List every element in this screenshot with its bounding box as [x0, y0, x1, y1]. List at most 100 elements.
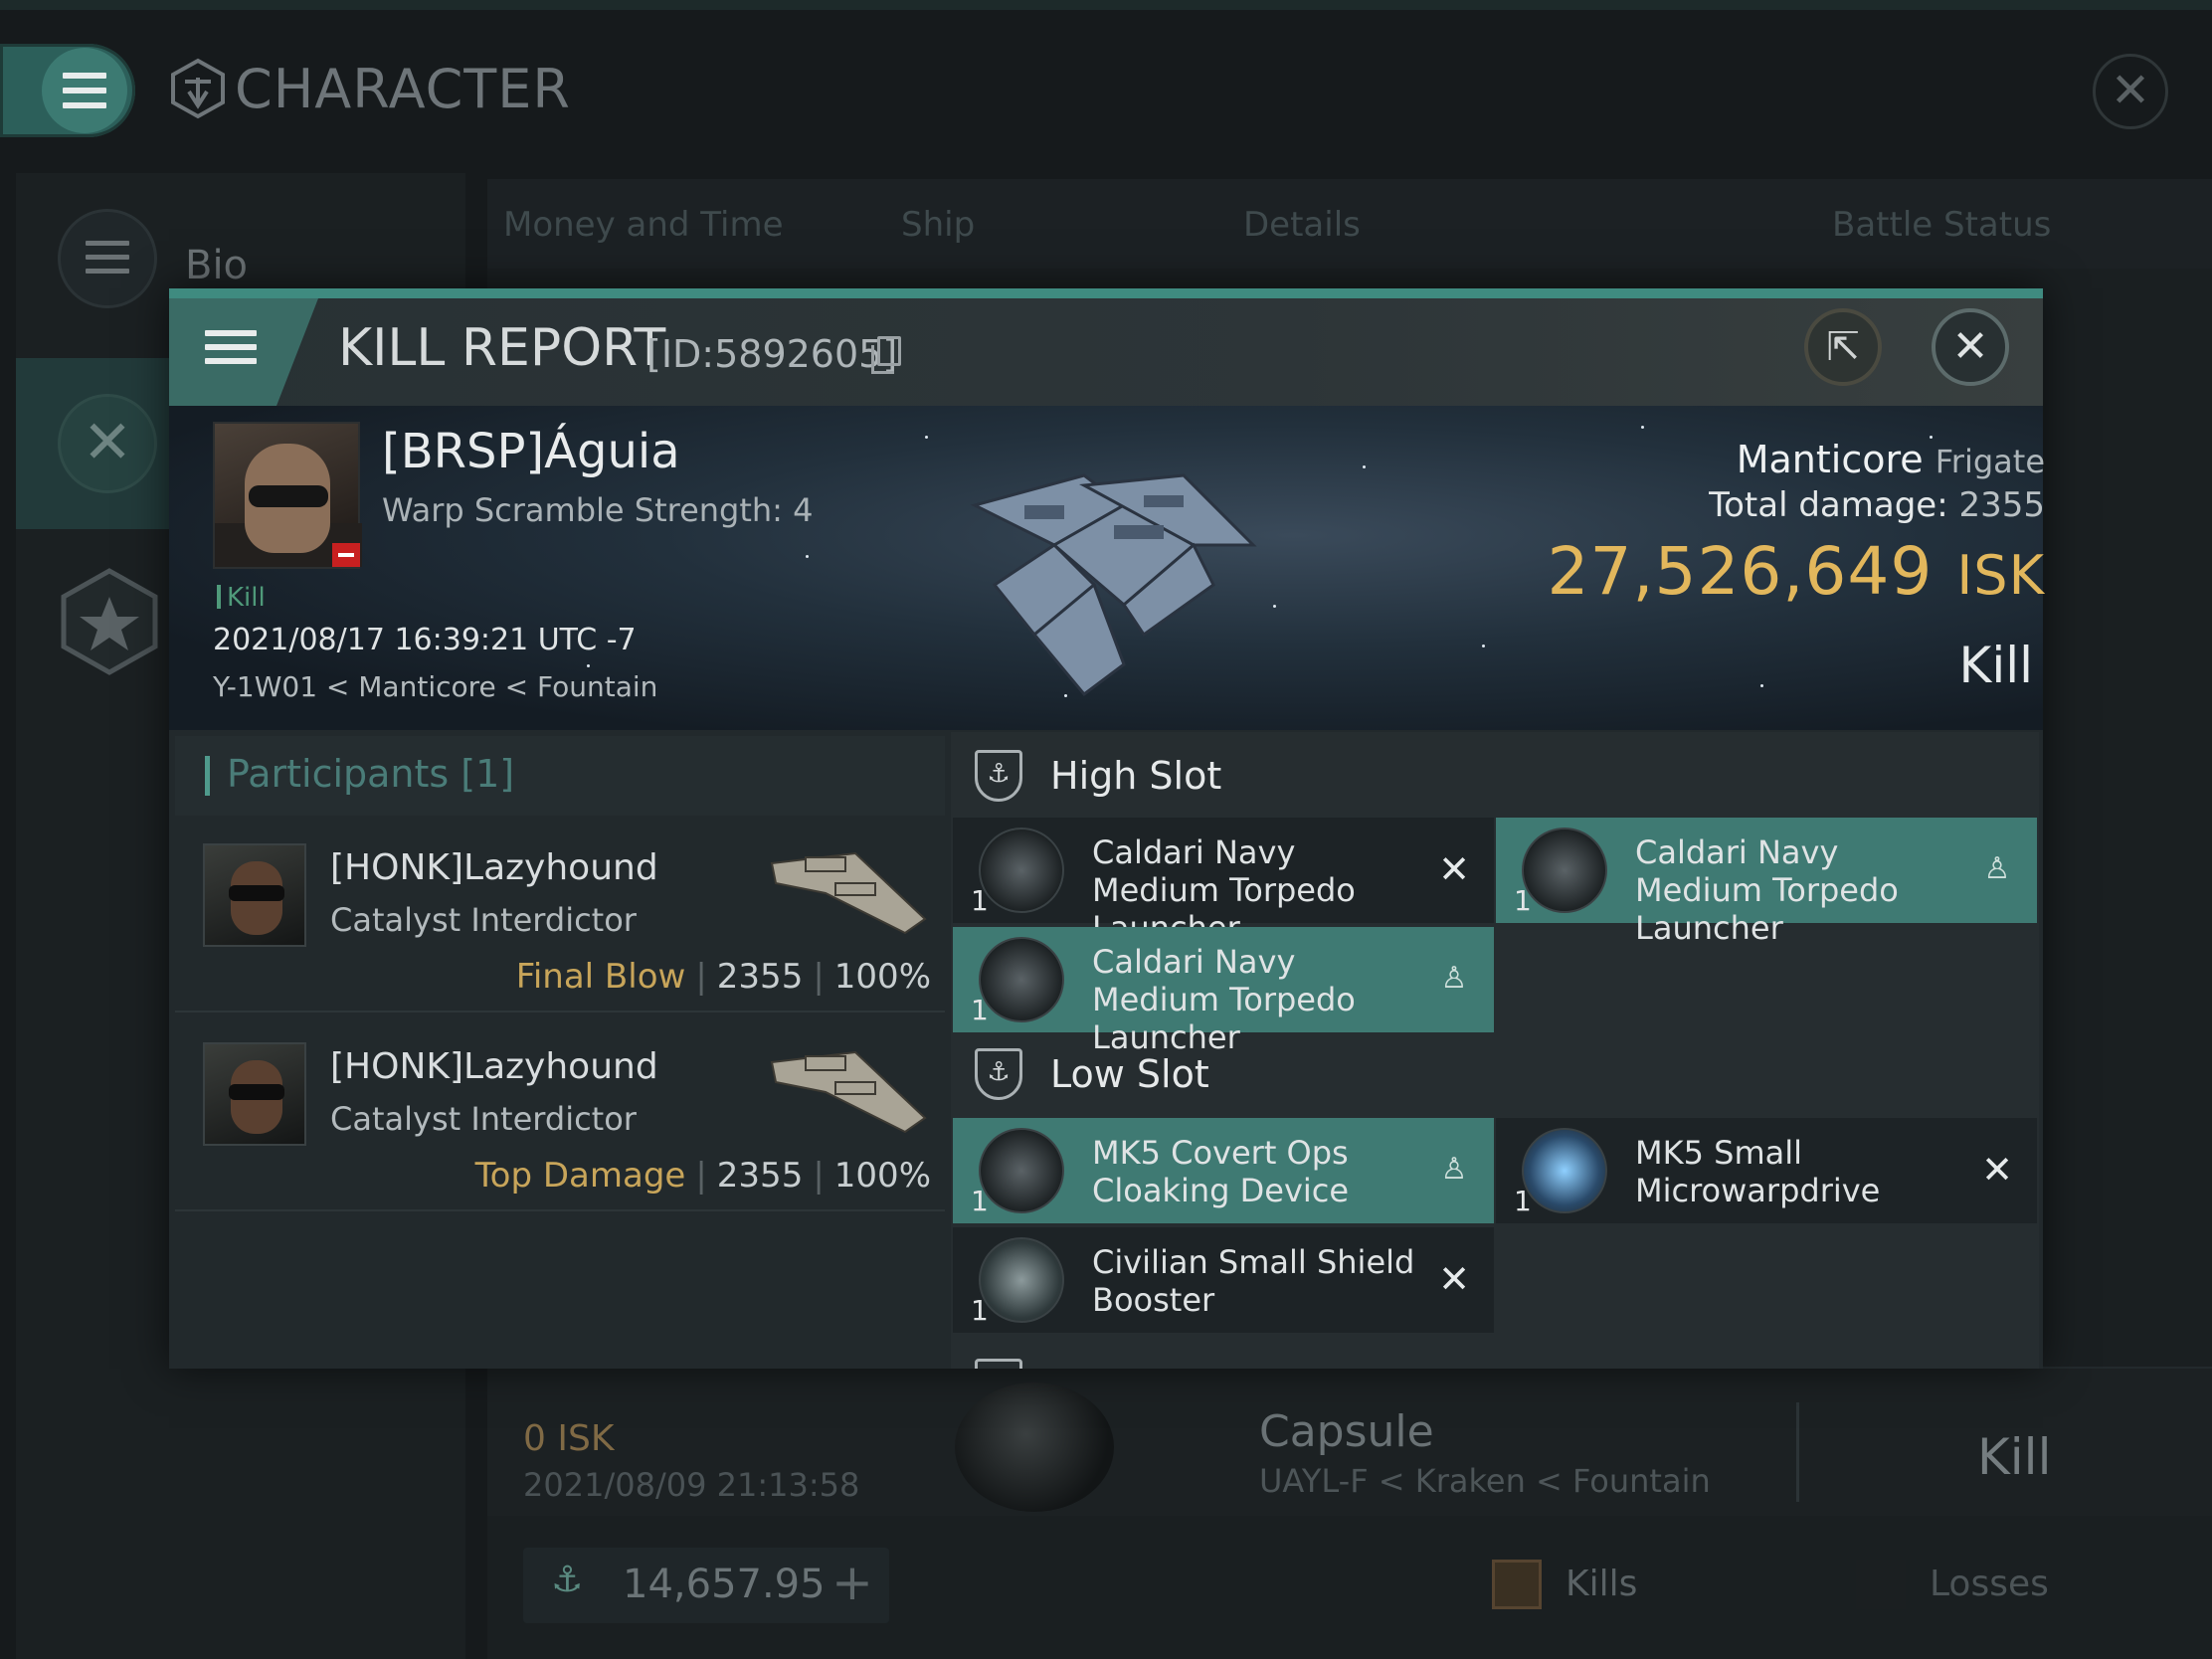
dropped-person-icon: ♙ — [1440, 1152, 1468, 1187]
app-close-button[interactable]: ✕ — [2093, 54, 2168, 129]
slot-item-destroyed[interactable]: 1 Civilian Small Shield Booster ✕ — [953, 1227, 1494, 1333]
kills-legend-swatch — [1492, 1560, 1542, 1609]
slot-item-dropped[interactable]: 1 Caldari Navy Medium Torpedo Launcher ♙ — [1496, 818, 2037, 947]
close-icon: ✕ — [1951, 321, 1989, 372]
slot-item-destroyed[interactable]: 1 MK5 Small Microwarpdrive ✕ — [1496, 1118, 2037, 1223]
catalyst-ship-image — [770, 1050, 927, 1134]
tab-ship[interactable]: Ship — [901, 205, 975, 245]
share-button[interactable]: ⇱ — [1804, 308, 1882, 386]
participant-avatar[interactable] — [203, 1042, 306, 1146]
slot-item-dropped[interactable]: 1 Caldari Navy Medium Torpedo Launcher ♙ — [953, 927, 1494, 1056]
slot-quantity: 1 — [971, 994, 989, 1026]
torpedo-launcher-icon — [979, 828, 1064, 913]
row-divider — [1796, 1402, 1799, 1502]
row-location: UAYL-F < Kraken < Fountain — [1259, 1462, 1711, 1500]
corp-badge-icon — [332, 543, 360, 567]
close-icon: ✕ — [2110, 63, 2151, 118]
slot-quantity: 1 — [1514, 884, 1532, 917]
total-damage-label: Total damage: — [1709, 485, 1948, 525]
losses-label: Losses — [1930, 1564, 2049, 1604]
cloaking-device-icon — [979, 1128, 1064, 1213]
high-slot-icon: ⚓ — [975, 750, 1022, 802]
row-date: 2021/08/09 21:13:58 — [523, 1466, 860, 1504]
isk-value: 27,526,649 ISK — [1547, 533, 2045, 610]
victim-ship: Manticore Frigate — [1737, 438, 2045, 481]
top-edge — [0, 0, 2212, 10]
app-title: CHARACTER — [235, 58, 571, 120]
menu-icon — [42, 48, 127, 133]
low-slot-header: ⚓ Low Slot — [951, 1030, 2039, 1114]
row-isk-value: 0 ISK — [523, 1418, 615, 1459]
header-accent — [205, 756, 210, 796]
low-slot-icon: ⚓ — [975, 1048, 1022, 1100]
destroyed-icon: ✕ — [1438, 847, 1470, 891]
slot-item-name: Caldari Navy Medium Torpedo Launcher — [1635, 833, 1899, 947]
torpedo-launcher-icon — [1522, 828, 1607, 913]
victim-name[interactable]: [BRSP]Águia — [382, 424, 680, 479]
sidebar-item-label: Bio — [185, 243, 249, 288]
slot-quantity: 1 — [971, 1294, 989, 1327]
slot-item-dropped[interactable]: 1 MK5 Covert Ops Cloaking Device ♙ — [953, 1118, 1494, 1223]
manticore-ship-image — [970, 473, 1257, 697]
slot-item-destroyed[interactable]: 1 Caldari Navy Medium Torpedo Launcher ✕ — [953, 818, 1494, 947]
kill-location: Y-1W01 < Manticore < Fountain — [213, 670, 658, 703]
total-damage: Total damage: 2355 — [1709, 485, 2045, 525]
slot-quantity: 1 — [971, 884, 989, 917]
top-damage-label: Top Damage — [474, 1156, 686, 1196]
isk-unit: ISK — [1956, 544, 2045, 607]
kill-result: Kill — [1958, 637, 2033, 694]
high-slot-label: High Slot — [1050, 754, 1222, 798]
list-icon — [58, 209, 157, 308]
participant-name: [HONK]Lazyhound — [330, 1046, 658, 1087]
tab-battle-status[interactable]: Battle Status — [1832, 205, 2051, 245]
participant-ship: Catalyst Interdictor — [330, 1100, 637, 1138]
tab-money-and-time[interactable]: Money and Time — [503, 205, 784, 245]
participant-row[interactable]: [HONK]Lazyhound Catalyst Interdictor Fin… — [175, 818, 945, 1013]
destroyed-icon: ✕ — [1981, 1148, 2013, 1192]
participant-damage: 2355 — [716, 1156, 804, 1196]
low-slot-label: Low Slot — [1050, 1052, 1209, 1096]
slot-quantity: 1 — [971, 1185, 989, 1217]
main-menu-button[interactable] — [0, 44, 135, 137]
kill-datetime: 2021/08/17 16:39:21 UTC -7 — [213, 623, 637, 657]
menu-icon — [205, 330, 257, 366]
participant-avatar[interactable] — [203, 843, 306, 947]
high-slot-header: ⚓ High Slot — [951, 732, 2039, 816]
participants-empty-area — [175, 1215, 945, 1363]
slot-quantity: 1 — [1514, 1185, 1532, 1217]
final-blow-label: Final Blow — [515, 957, 686, 997]
isk-amount: 27,526,649 — [1547, 533, 1934, 610]
participant-stats: Final Blow | 2355 | 100% — [515, 957, 931, 997]
dropped-person-icon: ♙ — [1440, 961, 1468, 996]
balance-value: 14,657.95 — [623, 1562, 826, 1607]
ship-name: Manticore — [1736, 438, 1924, 481]
copy-icon[interactable] — [871, 336, 901, 374]
isk-icon: ⚓ — [551, 1560, 584, 1600]
destroyed-icon: ✕ — [1438, 1257, 1470, 1301]
dropped-person-icon: ♙ — [1983, 851, 2011, 886]
character-logo-icon — [171, 58, 225, 119]
shield-booster-icon — [979, 1237, 1064, 1323]
torpedo-launcher-icon — [979, 937, 1064, 1022]
warp-scramble-strength: Warp Scramble Strength: 4 — [382, 491, 814, 529]
star-medal-icon — [61, 568, 158, 675]
add-isk-button[interactable]: + — [831, 1554, 873, 1611]
tab-details[interactable]: Details — [1243, 205, 1361, 245]
participant-row[interactable]: [HONK]Lazyhound Catalyst Interdictor Top… — [175, 1016, 945, 1211]
fitting-list: ⚓ High Slot 1 Caldari Navy Medium Torped… — [951, 732, 2039, 1369]
row-status: Kill — [1977, 1428, 2052, 1486]
participant-ship: Catalyst Interdictor — [330, 901, 637, 939]
capsule-image — [955, 1382, 1114, 1512]
external-link-icon: ⇱ — [1826, 324, 1860, 370]
slot-item-name: MK5 Covert Ops Cloaking Device — [1092, 1134, 1350, 1209]
row-ship-name: Capsule — [1259, 1406, 1434, 1457]
participant-damage: 2355 — [716, 957, 804, 997]
total-damage-value: 2355 — [1958, 485, 2045, 525]
dialog-title: KILL REPORT — [338, 318, 666, 378]
dialog-close-button[interactable]: ✕ — [1932, 308, 2009, 386]
tab-bar: Money and Time Ship Details Battle Statu… — [487, 179, 2212, 269]
crossed-swords-icon: ✕ — [58, 394, 157, 493]
slot-item-name: MK5 Small Microwarpdrive — [1635, 1134, 1881, 1209]
participant-percent: 100% — [833, 1156, 931, 1196]
kill-id: [ID:5892605] — [646, 332, 898, 376]
